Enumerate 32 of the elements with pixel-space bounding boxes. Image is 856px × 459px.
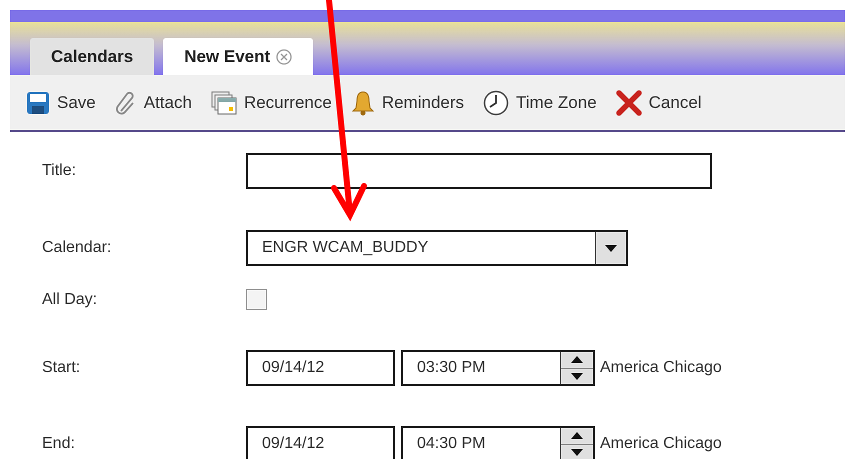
spin-up-icon xyxy=(571,432,583,440)
toolbar-button[interactable]: Time Zone xyxy=(483,90,597,116)
toolbar-button[interactable]: Reminders xyxy=(350,90,464,116)
toolbar-button[interactable]: Save xyxy=(26,90,96,114)
time-field[interactable]: 03:30 PM xyxy=(401,350,595,386)
timezone-label: America Chicago xyxy=(600,435,722,453)
field-label: All Day: xyxy=(42,290,98,308)
bell-icon xyxy=(350,90,375,116)
toolbar-button[interactable]: Attach xyxy=(114,90,192,114)
field-label: Calendar: xyxy=(42,239,112,257)
clock-icon xyxy=(483,90,510,116)
close-icon[interactable] xyxy=(276,48,292,64)
tab[interactable]: Calendars xyxy=(30,38,154,75)
toolbar-button[interactable]: Recurrence xyxy=(210,90,332,114)
stacked-calendars-icon xyxy=(210,90,237,114)
tab[interactable]: New Event xyxy=(163,38,314,75)
title-field[interactable] xyxy=(246,153,712,189)
date-field[interactable]: 09/14/12 xyxy=(246,350,395,386)
dropdown-arrow-icon xyxy=(605,244,617,252)
time-field[interactable]: 04:30 PM xyxy=(401,426,595,459)
date-field[interactable]: 09/14/12 xyxy=(246,426,395,459)
field-label: Start: xyxy=(42,359,82,377)
field-label: Title: xyxy=(42,162,78,180)
spin-down-icon xyxy=(571,448,583,456)
spin-up-icon xyxy=(571,356,583,364)
spin-down-icon xyxy=(571,372,583,380)
calendar-dropdown[interactable]: ENGR WCAM_BUDDY xyxy=(246,230,628,266)
timezone-label: America Chicago xyxy=(600,359,722,377)
field-label: End: xyxy=(42,435,76,453)
cancel-icon xyxy=(616,90,642,116)
toolbar-button[interactable]: Cancel xyxy=(616,90,702,116)
checkbox[interactable] xyxy=(246,289,267,310)
